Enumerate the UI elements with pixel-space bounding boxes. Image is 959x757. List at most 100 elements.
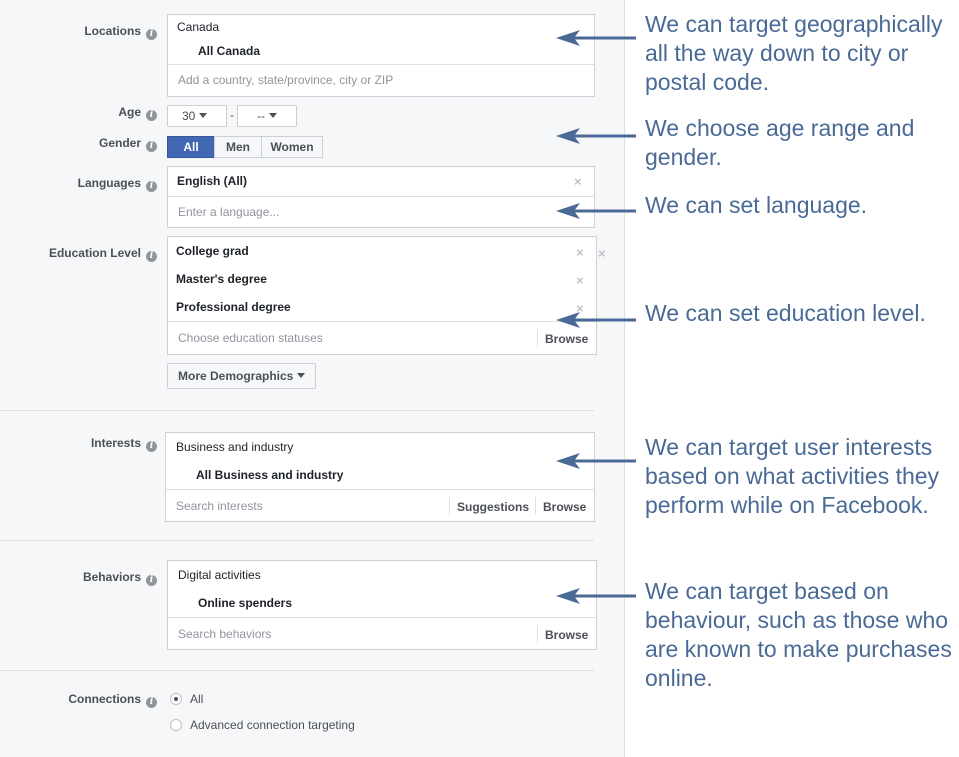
interests-divider [166, 489, 594, 490]
arrow-interests-icon [556, 453, 636, 469]
languages-label-text: Languages [77, 176, 141, 190]
interests-label-row: Interests i [0, 436, 157, 452]
education-browse-button[interactable]: Browse [545, 332, 588, 346]
education-item-college-grad: College grad [176, 244, 249, 258]
behaviors-browse-button[interactable]: Browse [545, 628, 588, 642]
age-info-icon[interactable]: i [146, 110, 157, 121]
connections-label-row: Connections i [0, 692, 157, 708]
chevron-down-icon [269, 113, 277, 118]
behaviors-box: Digital activities Online spenders Searc… [167, 560, 597, 650]
gender-label: Gender i [99, 136, 157, 152]
section-divider [0, 670, 594, 671]
arrow-locations-icon [556, 30, 636, 46]
behavior-category: Digital activities [178, 568, 261, 582]
age-separator: - [230, 108, 234, 122]
interests-search-input[interactable]: Search interests [176, 499, 263, 513]
interests-label: Interests i [91, 436, 157, 452]
chevron-down-icon [199, 113, 208, 118]
interests-box: Business and industry All Business and i… [165, 432, 595, 522]
locations-divider [168, 64, 594, 65]
education-browse-separator [537, 329, 538, 347]
gender-label-text: Gender [98, 136, 141, 150]
education-label-row: Education Level i [0, 246, 157, 262]
age-min-value: 30 [182, 109, 196, 123]
gender-label-row: Gender i [0, 136, 157, 152]
languages-info-icon[interactable]: i [146, 181, 157, 192]
interests-browse-separator [535, 497, 536, 515]
location-selection[interactable]: All Canada [198, 44, 260, 58]
connections-label: Connections i [68, 692, 157, 708]
connections-advanced-label[interactable]: Advanced connection targeting [190, 718, 355, 732]
section-divider [0, 410, 594, 411]
behaviors-divider [168, 617, 596, 618]
targeting-panel: Locations i Canada All Canada Add a count… [0, 0, 625, 757]
interests-browse-button[interactable]: Browse [543, 500, 586, 514]
connections-all-label[interactable]: All [190, 692, 203, 706]
age-label: Age i [118, 105, 157, 121]
age-min-select[interactable]: 30 [167, 105, 227, 127]
annotation-language: We can set language. [645, 192, 868, 218]
connections-info-icon[interactable]: i [146, 697, 157, 708]
gender-men-button[interactable]: Men [214, 136, 262, 158]
arrow-age-gender-icon [556, 128, 636, 144]
behaviors-label-row: Behaviors i [0, 570, 157, 586]
age-max-select[interactable]: -- [237, 105, 297, 127]
behaviors-label: Behaviors i [83, 570, 157, 586]
annotation-education: We can set education level. [645, 300, 926, 326]
locations-box: Canada All Canada Add a country, state/p… [167, 14, 595, 97]
locations-label-text: Locations [84, 24, 141, 38]
behaviors-info-icon[interactable]: i [146, 575, 157, 586]
arrow-language-icon [556, 203, 636, 219]
interest-selection[interactable]: All Business and industry [196, 468, 343, 482]
languages-label-row: Languages i [0, 176, 157, 192]
locations-label-row: Locations i [0, 24, 157, 40]
education-search-input[interactable]: Choose education statuses [178, 331, 323, 345]
connections-advanced-radio[interactable] [170, 719, 182, 731]
annotation-behaviors: We can target based on behaviour, such a… [645, 578, 952, 691]
interest-category: Business and industry [176, 440, 294, 454]
interests-suggestions-button[interactable]: Suggestions [457, 500, 529, 514]
education-info-icon[interactable]: i [146, 251, 157, 262]
locations-search-input[interactable]: Add a country, state/province, city or Z… [178, 73, 393, 87]
behaviors-browse-separator [537, 625, 538, 643]
interests-info-icon[interactable]: i [146, 441, 157, 452]
education-item-professional: Professional degree [176, 300, 291, 314]
more-demographics-label: More Demographics [178, 369, 294, 383]
arrow-behaviors-icon [556, 588, 636, 604]
connections-label-text: Connections [68, 692, 141, 706]
interests-label-text: Interests [90, 436, 141, 450]
arrow-education-icon [556, 312, 636, 328]
age-label-text: Age [118, 105, 141, 119]
age-label-row: Age i [0, 105, 157, 121]
locations-label: Locations i [84, 24, 157, 40]
gender-women-button[interactable]: Women [261, 136, 323, 158]
annotation-interests: We can target user interests based on wh… [645, 434, 940, 518]
education-label-text: Education Level [48, 246, 141, 260]
annotation-locations: We can target geographically all the way… [645, 11, 943, 95]
clear-education-icon[interactable]: × [598, 247, 606, 260]
remove-college-grad-icon[interactable]: × [576, 246, 584, 259]
education-item-masters: Master's degree [176, 272, 267, 286]
behavior-selection[interactable]: Online spenders [198, 596, 292, 610]
education-divider [168, 321, 596, 322]
language-selected: English (All) [177, 174, 247, 188]
section-divider [0, 540, 594, 541]
location-country: Canada [177, 20, 220, 34]
gender-all-button[interactable]: All [167, 136, 215, 158]
more-demographics-button[interactable]: More Demographics [167, 363, 317, 389]
connections-all-radio[interactable] [170, 693, 182, 705]
annotation-age-gender: We choose age range and gender. [645, 115, 915, 170]
languages-label: Languages i [78, 176, 157, 192]
languages-box: English (All) × Enter a language... [167, 166, 595, 228]
locations-info-icon[interactable]: i [146, 29, 157, 40]
age-max-value: -- [257, 109, 265, 123]
language-search-input[interactable]: Enter a language... [178, 205, 279, 219]
education-label: Education Level i [49, 246, 157, 262]
education-box: College grad × Master's degree × Profess… [167, 236, 597, 355]
remove-masters-icon[interactable]: × [576, 274, 584, 287]
gender-info-icon[interactable]: i [146, 141, 157, 152]
languages-divider [168, 196, 594, 197]
behaviors-search-input[interactable]: Search behaviors [178, 627, 271, 641]
remove-language-icon[interactable]: × [574, 175, 582, 188]
chevron-down-icon [297, 373, 306, 378]
